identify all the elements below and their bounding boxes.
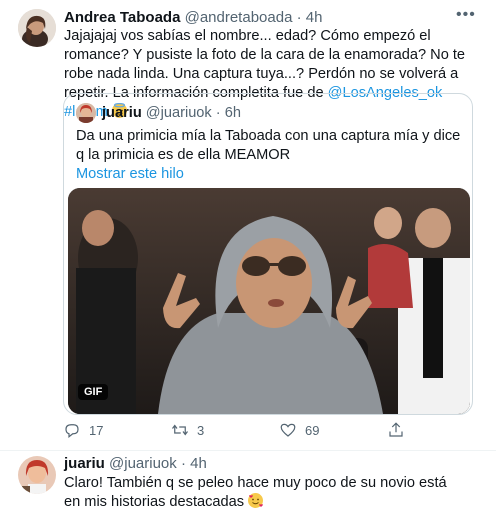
like-count: 69 (305, 422, 320, 438)
avatar-photo-icon (18, 456, 56, 494)
tweet-header: juariu @juariuok · 4h (64, 454, 207, 474)
retweet-icon (172, 424, 188, 436)
avatar[interactable] (18, 456, 56, 494)
quote-display-name[interactable]: juariu (102, 105, 142, 121)
user-handle[interactable]: @andretaboada (185, 9, 293, 26)
quote-header: juariu @juariuok · 6h (102, 103, 241, 123)
timestamp[interactable]: 4h (190, 455, 207, 472)
separator: · (215, 105, 221, 121)
timestamp[interactable]: 4h (306, 9, 323, 26)
tweet-andrea[interactable]: Andrea Taboada @andretaboada · 4h ••• Ja… (0, 0, 496, 450)
gif-media[interactable]: GIF (68, 188, 470, 414)
quoted-tweet[interactable]: juariu @juariuok · 6h Da una primicia mí… (63, 93, 473, 415)
quote-avatar[interactable] (76, 103, 96, 123)
share-icon (389, 422, 403, 437)
reply-count: 17 (89, 422, 104, 438)
tweet-actions: 17 3 69 (63, 421, 443, 441)
gif-badge: GIF (78, 384, 109, 400)
share-button[interactable] (387, 421, 405, 439)
tweet-text: Claro! También q se peleo hace muy poco … (64, 474, 464, 509)
display-name[interactable]: juariu (64, 455, 105, 472)
avatar[interactable] (18, 9, 56, 47)
reply-icon (65, 424, 79, 438)
more-options-icon[interactable]: ••• (456, 6, 476, 24)
tweet-juariu-reply[interactable]: juariu @juariuok · 4h Claro! También q s… (0, 451, 496, 509)
quote-timestamp[interactable]: 6h (225, 105, 241, 121)
separator: · (296, 9, 302, 26)
heart-icon (280, 423, 296, 437)
tweet-header: Andrea Taboada @andretaboada · 4h (64, 8, 322, 28)
like-button[interactable]: 69 (279, 421, 319, 439)
user-handle[interactable]: @juariuok (109, 455, 177, 472)
quote-text: Da una primicia mía la Taboada con una c… (76, 128, 461, 163)
avatar-photo-icon (76, 103, 96, 123)
avatar-photo-icon (18, 9, 56, 47)
display-name[interactable]: Andrea Taboada (64, 9, 180, 26)
smiling-face-with-hearts-icon (248, 493, 264, 508)
retweet-count: 3 (197, 422, 205, 438)
gif-frame-image (68, 188, 470, 414)
reply-button[interactable]: 17 (63, 421, 103, 439)
show-thread-link[interactable]: Mostrar este hilo (76, 165, 184, 184)
quote-user-handle[interactable]: @juariuok (146, 105, 212, 121)
retweet-button[interactable]: 3 (171, 421, 204, 439)
separator: · (180, 455, 186, 472)
